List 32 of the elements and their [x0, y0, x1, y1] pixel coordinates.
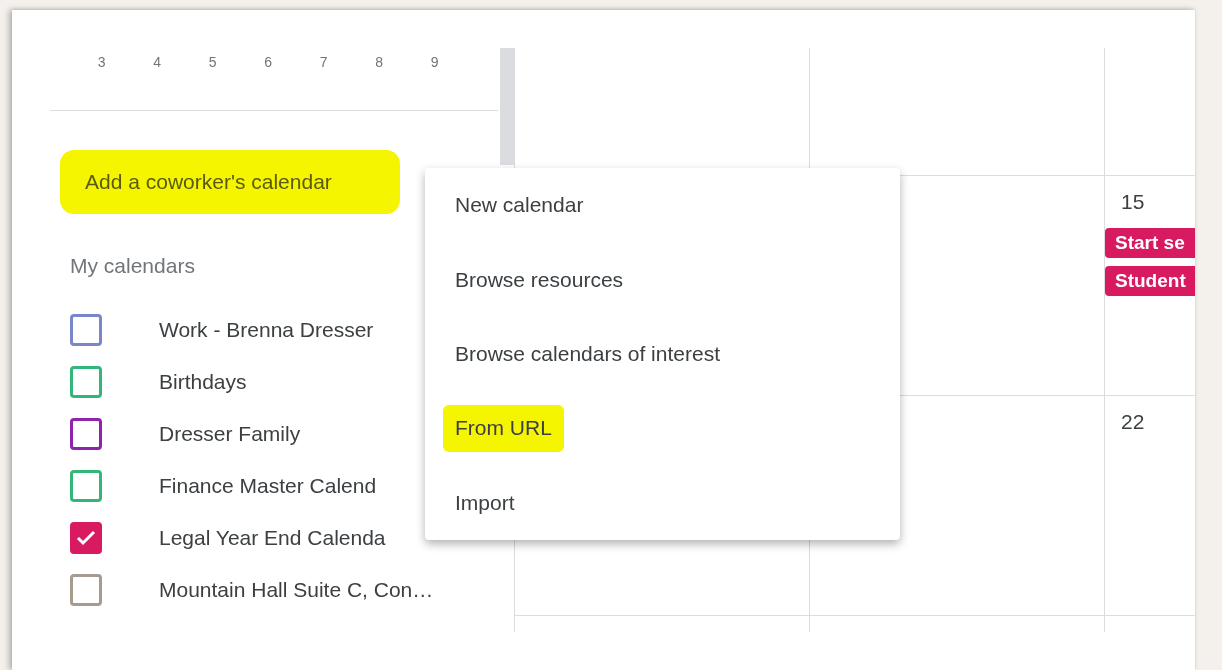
calendar-name: Work - Brenna Dresser	[159, 318, 374, 342]
checkmark-icon	[76, 530, 96, 546]
calendar-name: Dresser Family	[159, 422, 301, 446]
day-number: 22	[1121, 410, 1145, 434]
calendar-name: Legal Year End Calenda	[159, 526, 386, 550]
mini-calendar-day[interactable]: 5	[185, 54, 241, 70]
calendar-checkbox[interactable]	[70, 470, 102, 502]
mini-calendar-day[interactable]: 9	[407, 54, 463, 70]
calendar-cell[interactable]	[809, 615, 1104, 632]
calendar-cell[interactable]	[514, 615, 809, 632]
calendar-name: Mountain Hall Suite C, Con…	[159, 578, 434, 602]
calendar-checkbox[interactable]	[70, 522, 102, 554]
calendar-checkbox[interactable]	[70, 418, 102, 450]
event-chip[interactable]: Student	[1105, 266, 1195, 296]
calendar-checkbox[interactable]	[70, 574, 102, 606]
mini-calendar-day[interactable]: 6	[240, 54, 296, 70]
calendar-name: Birthdays	[159, 370, 247, 394]
coworker-search-field[interactable]: Add a coworker's calendar	[60, 150, 400, 214]
mini-calendar-day[interactable]: 4	[129, 54, 185, 70]
mini-calendar-day[interactable]: 7	[296, 54, 352, 70]
calendar-checkbox[interactable]	[70, 366, 102, 398]
calendar-cell[interactable]	[1104, 615, 1195, 632]
scrollbar-thumb[interactable]	[500, 48, 514, 165]
calendar-cell[interactable]: 22	[1104, 395, 1195, 615]
mini-calendar-day[interactable]: 3	[74, 54, 130, 70]
mini-calendar-day[interactable]: 8	[351, 54, 407, 70]
calendar-name: Finance Master Calend	[159, 474, 377, 498]
menu-item[interactable]: From URL	[443, 405, 564, 452]
calendar-checkbox[interactable]	[70, 314, 102, 346]
day-number: 15	[1121, 190, 1145, 214]
event-chip[interactable]: Start se	[1105, 228, 1195, 258]
calendar-cell[interactable]: 15 Start se Student	[1104, 175, 1195, 395]
